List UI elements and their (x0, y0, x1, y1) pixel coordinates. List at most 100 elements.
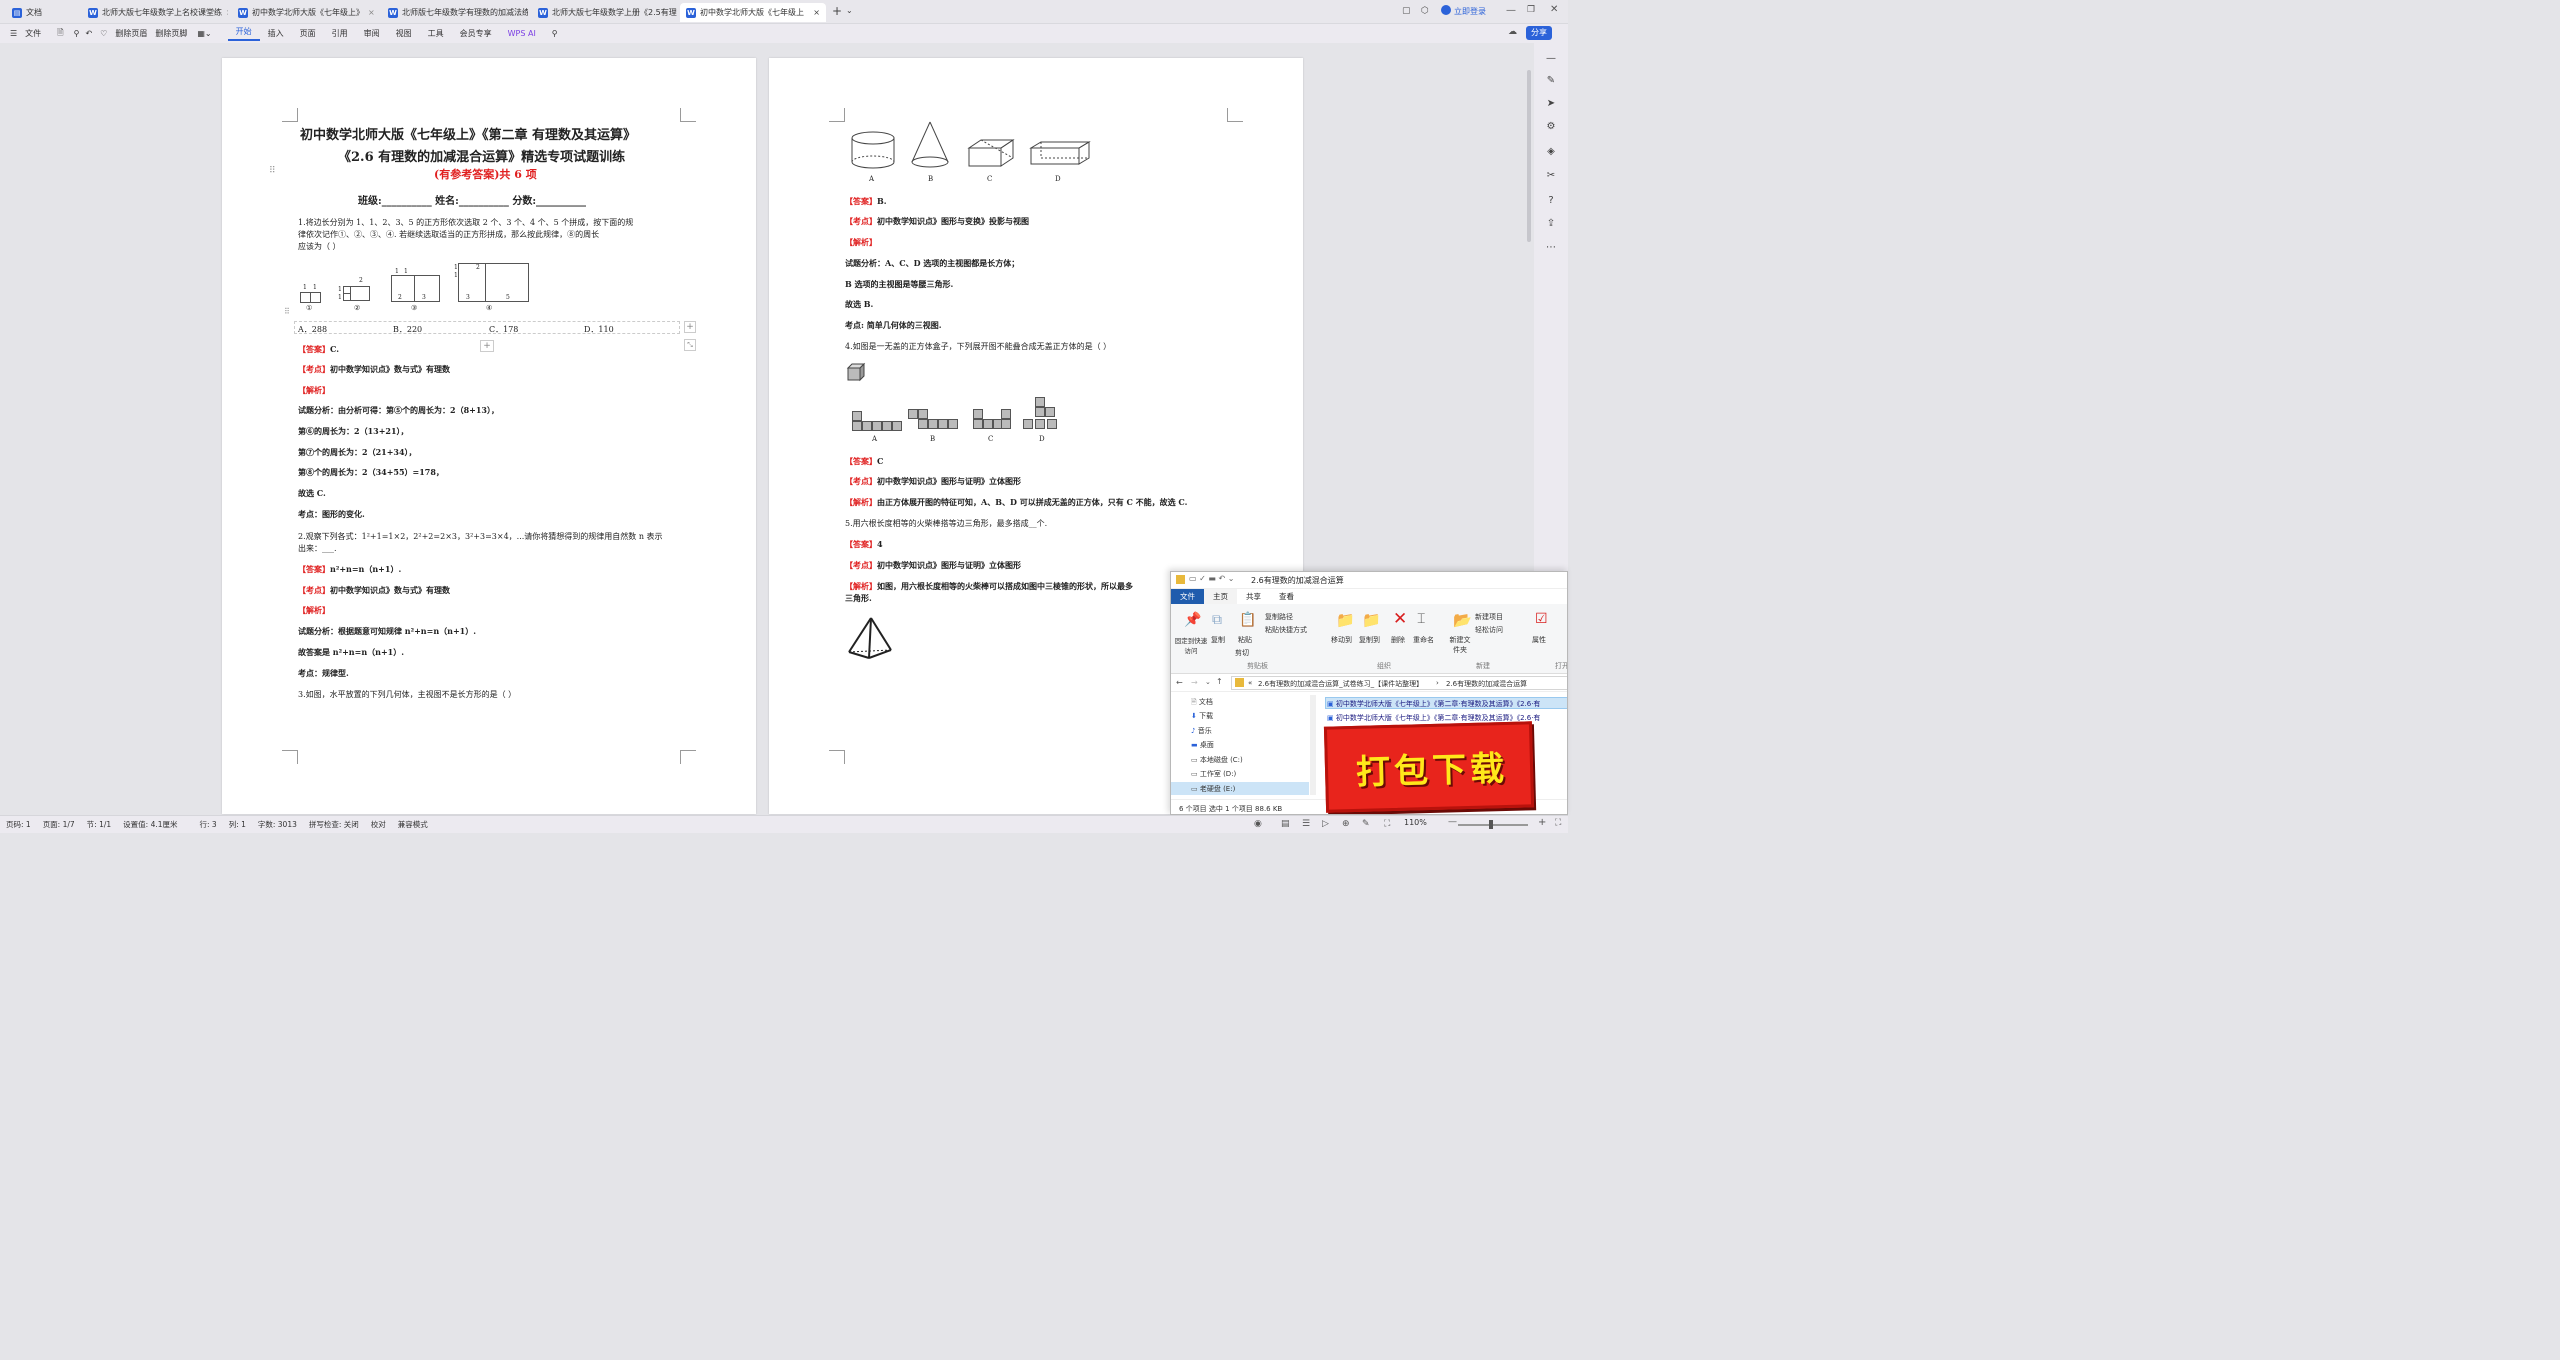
easy-access-button[interactable]: 轻松访问 (1475, 625, 1503, 635)
cut-button[interactable]: 剪切 (1235, 648, 1249, 658)
heart-icon[interactable]: ♡ (96, 29, 111, 38)
status-proof[interactable]: 校对 (365, 819, 392, 830)
quick-access-icons[interactable]: ▭ ✓ ▬ ↶ ⌄ (1189, 574, 1234, 583)
tab-doc-2[interactable]: W 初中数学北师大版《七年级上》 × (232, 3, 378, 22)
status-pages[interactable]: 页面: 1/7 (37, 819, 81, 830)
add-row-icon[interactable]: + (480, 340, 494, 352)
share-button[interactable]: 分享 (1526, 26, 1552, 40)
menu-icon[interactable]: ☰ (0, 29, 25, 38)
status-col[interactable]: 列: 1 (223, 819, 252, 830)
status-section[interactable]: 节: 1/1 (81, 819, 117, 830)
new-item-button[interactable]: 新建项目 (1475, 612, 1503, 622)
file-name[interactable]: 初中数学北师大版《七年级上》《第二章·有理数及其运算》《2.6·有 (1336, 714, 1541, 722)
nav-label[interactable]: 音乐 (1198, 727, 1212, 735)
paste-icon[interactable]: 📋 (1239, 612, 1256, 628)
search-doc-icon[interactable]: ⚲ (72, 29, 82, 38)
tab-review[interactable]: 审阅 (356, 28, 388, 39)
add-column-icon[interactable]: + (684, 321, 696, 333)
paste-label[interactable]: 粘贴 (1238, 635, 1252, 645)
tab-doc-1[interactable]: W 北师大版七年级数学上名校课堂练 × (82, 3, 228, 22)
nav-label[interactable]: 工作室 (D:) (1200, 770, 1236, 778)
download-banner[interactable]: 打包下载 (1323, 721, 1535, 813)
move-to-button[interactable]: 移动到 (1331, 635, 1352, 645)
new-folder-icon[interactable]: 📂 (1453, 611, 1472, 629)
search-icon[interactable]: ⚲ (544, 29, 566, 38)
restore-icon[interactable]: ❐ (1527, 5, 1535, 15)
nav-label[interactable]: 本地磁盘 (C:) (1200, 756, 1243, 764)
outline-view-icon[interactable]: ☰ (1296, 819, 1316, 829)
zoom-slider-thumb[interactable] (1489, 820, 1493, 829)
move-to-icon[interactable]: 📁 (1336, 611, 1355, 629)
status-words[interactable]: 字数: 3013 (252, 819, 303, 830)
delete-icon[interactable]: ✕ (1393, 609, 1407, 629)
zoom-level[interactable]: 110% (1398, 818, 1433, 827)
minus-icon[interactable]: — (1545, 53, 1557, 65)
settings-icon[interactable]: ⚙ (1545, 121, 1557, 133)
nav-label[interactable]: 文档 (1199, 698, 1213, 706)
file-menu[interactable]: 文件 (25, 28, 49, 39)
paste-shortcut-button[interactable]: 粘贴快捷方式 (1265, 625, 1307, 635)
wps-ai-button[interactable]: WPS AI (500, 29, 544, 38)
explorer-tab-file[interactable]: 文件 (1171, 589, 1204, 604)
delete-button[interactable]: 删除 (1391, 635, 1405, 645)
tab-doc-3[interactable]: W 北师版七年级数学有理数的加减法练习 × (382, 3, 528, 22)
format-icon[interactable]: ▦⌄ (191, 29, 217, 38)
tab-start[interactable]: 开始 (227, 26, 260, 41)
cloud-icon[interactable]: ☁ (1508, 27, 1517, 37)
explorer-tab-home[interactable]: 主页 (1204, 589, 1237, 604)
explorer-tab-share[interactable]: 共享 (1237, 589, 1270, 604)
copy-label[interactable]: 复制 (1211, 635, 1225, 645)
nav-label[interactable]: 桌面 (1200, 741, 1214, 749)
tab-insert[interactable]: 插入 (260, 28, 292, 39)
chevron-down-icon[interactable]: ⌄ (846, 6, 853, 15)
drag-handle-icon[interactable]: ⠿ (284, 307, 290, 316)
close-icon[interactable]: × (368, 8, 375, 17)
tab-view[interactable]: 视图 (388, 28, 420, 39)
more-icon[interactable]: ⋯ (1545, 242, 1557, 254)
resize-table-icon[interactable]: ⤡ (684, 339, 696, 351)
status-row[interactable]: 行: 3 (194, 819, 223, 830)
status-page[interactable]: 页码: 1 (0, 819, 37, 830)
close-icon[interactable]: × (813, 8, 820, 17)
rename-button[interactable]: 重命名 (1413, 635, 1434, 645)
delete-header-button[interactable]: 删除页眉 (111, 28, 151, 39)
close-icon[interactable]: × (226, 8, 228, 17)
copy-path-button[interactable]: 复制路径 (1265, 612, 1293, 622)
login-link[interactable]: 立即登录 (1454, 6, 1486, 17)
new-folder-button[interactable]: 新建文件夹 (1447, 635, 1473, 655)
tab-reference[interactable]: 引用 (324, 28, 356, 39)
file-name[interactable]: 初中数学北师大版《七年级上》《第二章·有理数及其运算》《2.6·有 (1336, 700, 1541, 708)
new-tab-icon[interactable]: + (832, 4, 842, 18)
window-layout-icon[interactable]: ▢ (1402, 6, 1411, 16)
avatar[interactable] (1441, 5, 1451, 15)
copy-to-button[interactable]: 复制到 (1359, 635, 1380, 645)
path-segment-1[interactable]: 2.6有理数的加减混合运算_试卷练习_【课件站整理】 (1258, 679, 1423, 689)
share-icon[interactable]: ⇪ (1545, 218, 1557, 230)
scrollbar-thumb[interactable] (1527, 70, 1531, 242)
tools-icon[interactable]: ✂ (1545, 170, 1557, 182)
shapes-icon[interactable]: ◈ (1545, 146, 1557, 158)
undo-icon[interactable]: ↶ (81, 29, 96, 38)
tab-member[interactable]: 会员专享 (452, 28, 500, 39)
drag-handle-icon[interactable]: ⠿ (269, 166, 276, 176)
tab-documents[interactable]: ▤ 文档 (6, 3, 78, 22)
fit-icon[interactable]: ⛶ (1378, 819, 1396, 829)
cursor-icon[interactable]: ➤ (1545, 98, 1557, 110)
history-chevron-icon[interactable]: ⌄ (1205, 678, 1211, 686)
play-icon[interactable]: ▷ (1316, 819, 1335, 829)
eye-icon[interactable]: ◉ (1248, 819, 1268, 829)
save-icon[interactable]: 🗎 (49, 27, 71, 41)
close-window-icon[interactable]: ✕ (1550, 4, 1558, 15)
nav-scrollbar[interactable] (1310, 695, 1316, 795)
zoom-slider[interactable] (1458, 824, 1528, 826)
delete-footer-button[interactable]: 删除页脚 (151, 28, 191, 39)
tab-doc-active[interactable]: W 初中数学北师大版《七年级上 × (680, 3, 826, 22)
pin-icon[interactable]: 📌 (1184, 612, 1201, 628)
help-icon[interactable]: ? (1545, 195, 1557, 207)
tab-doc-4[interactable]: W 北师大版七年级数学上册《2.5有理 × (532, 3, 678, 22)
nav-label[interactable]: 老硬盘 (E:) (1200, 785, 1235, 793)
minimize-icon[interactable]: — (1506, 5, 1516, 16)
pen-icon[interactable]: ✎ (1545, 75, 1557, 87)
path-segment-2[interactable]: 2.6有理数的加减混合运算 (1446, 679, 1527, 689)
forward-icon[interactable]: → (1191, 678, 1198, 687)
